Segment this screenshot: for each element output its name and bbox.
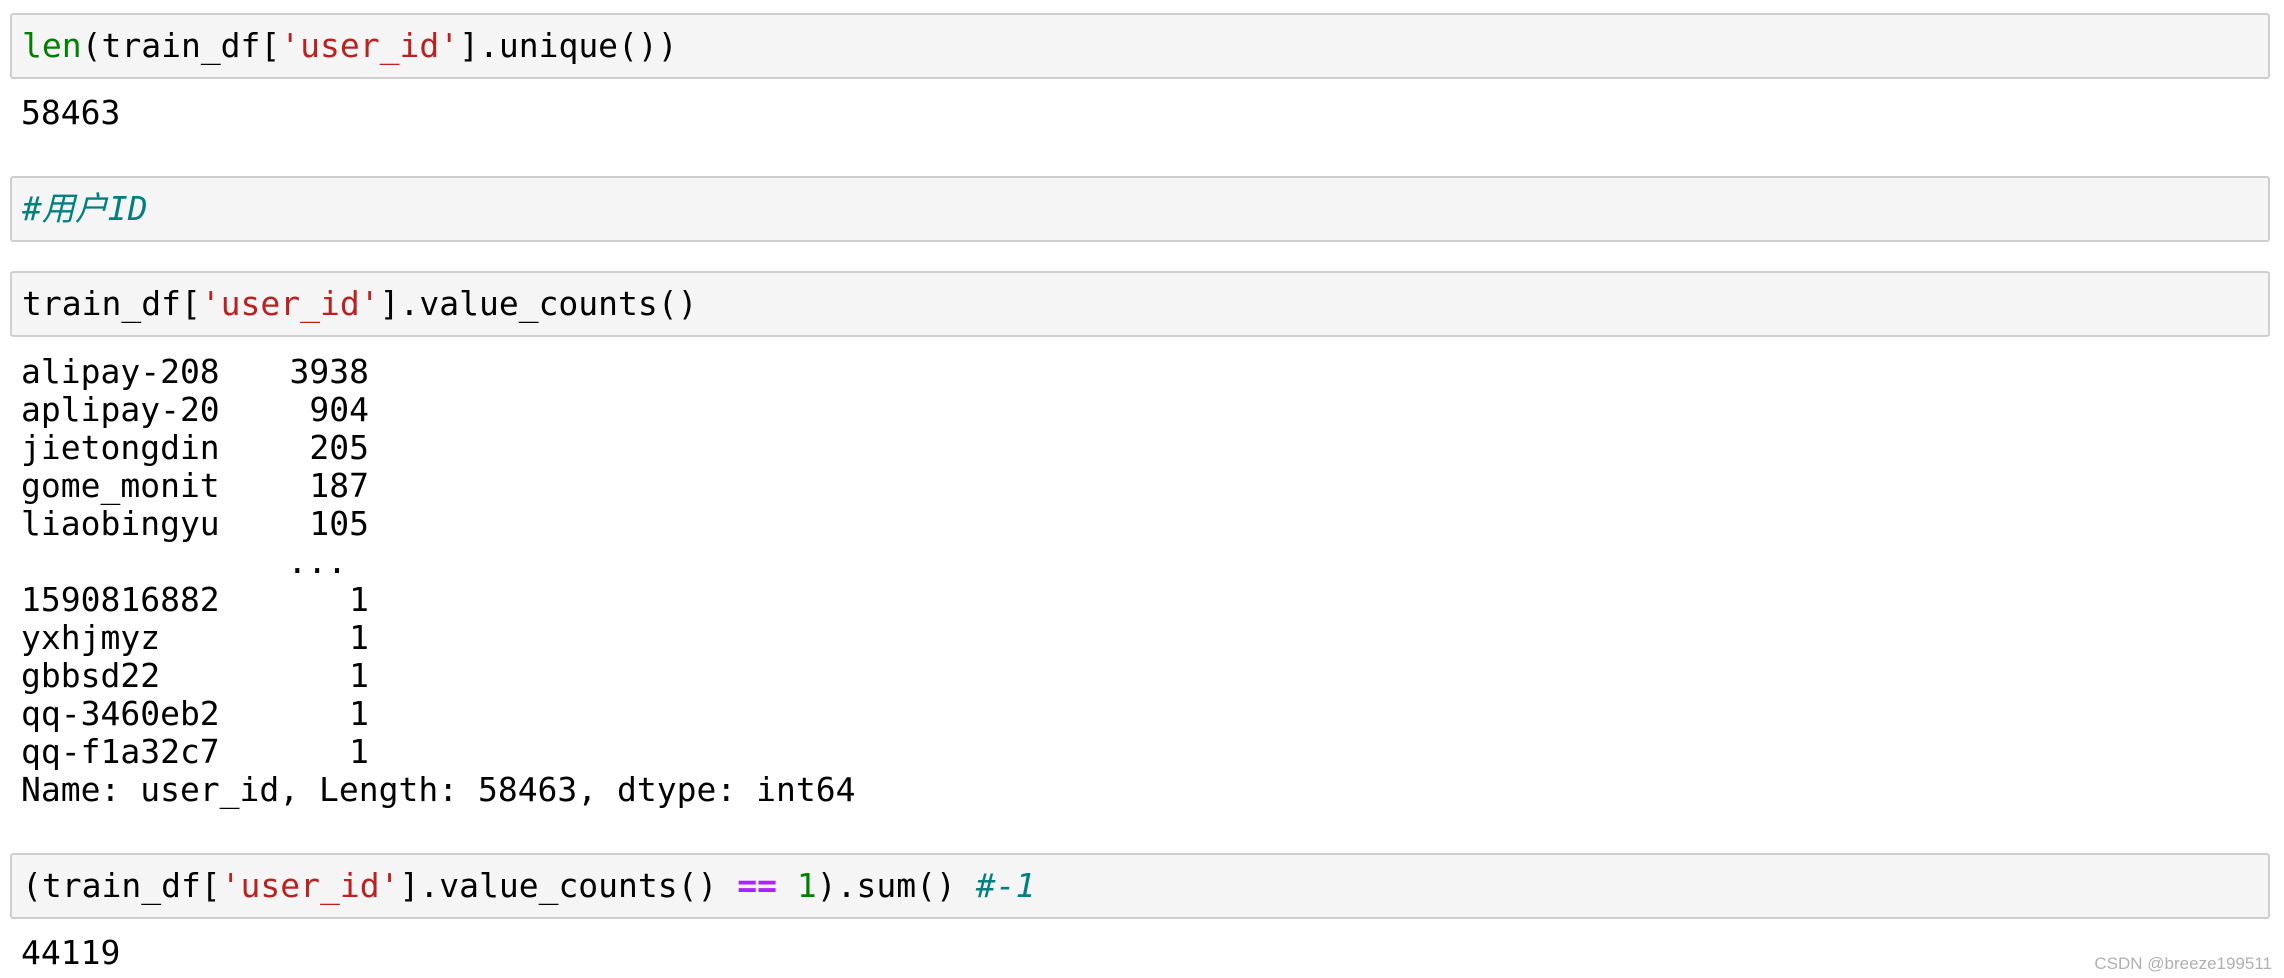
code-text: ].value_counts() — [399, 866, 738, 905]
code-text: train_df[ — [22, 284, 201, 323]
code-builtin: len — [22, 26, 82, 65]
code-line: len(train_df['user_id'].unique()) — [22, 15, 678, 77]
code-line: (train_df['user_id'].value_counts() == 1… — [22, 855, 1035, 917]
ellipsis-value: ... — [287, 542, 347, 581]
code-cell-1-output: 58463 — [21, 93, 121, 132]
code-line: train_df['user_id'].value_counts() — [22, 273, 698, 335]
series-footer: Name: user_id, Length: 58463, dtype: int… — [21, 770, 856, 809]
code-text: (train_df[ — [81, 26, 281, 65]
code-string: 'user_id' — [200, 284, 380, 323]
code-cell-2-input[interactable]: #用户ID — [10, 176, 2270, 242]
count-value: 205 — [309, 428, 369, 467]
count-value: 1 — [349, 656, 369, 695]
count-value: 3938 — [289, 352, 369, 391]
count-value: 1 — [349, 618, 369, 657]
code-cell-3-input[interactable]: train_df['user_id'].value_counts() — [10, 271, 2270, 337]
code-cell-4-input[interactable]: (train_df['user_id'].value_counts() == 1… — [10, 853, 2270, 919]
code-text: ).sum() — [816, 866, 976, 905]
count-value: 187 — [309, 466, 369, 505]
code-text: ].value_counts() — [379, 284, 698, 323]
watermark: CSDN @breeze199511 — [2094, 954, 2272, 973]
count-value: 904 — [309, 390, 369, 429]
count-value: 105 — [309, 504, 369, 543]
count-value: 1 — [349, 732, 369, 771]
code-text: (train_df[ — [22, 866, 221, 905]
code-number: 1 — [796, 866, 817, 905]
code-string: 'user_id' — [220, 866, 400, 905]
code-line: #用户ID — [22, 178, 148, 240]
code-comment: #-1 — [975, 866, 1036, 905]
code-comment: #用户ID — [22, 189, 148, 228]
code-text: ].unique()) — [459, 26, 678, 65]
code-string: 'user_id' — [280, 26, 460, 65]
code-cell-1-input[interactable]: len(train_df['user_id'].unique()) — [10, 13, 2270, 79]
count-value: 1 — [349, 580, 369, 619]
code-operator: == — [737, 866, 778, 905]
count-value: 1 — [349, 694, 369, 733]
code-cell-4-output: 44119 — [21, 933, 121, 972]
